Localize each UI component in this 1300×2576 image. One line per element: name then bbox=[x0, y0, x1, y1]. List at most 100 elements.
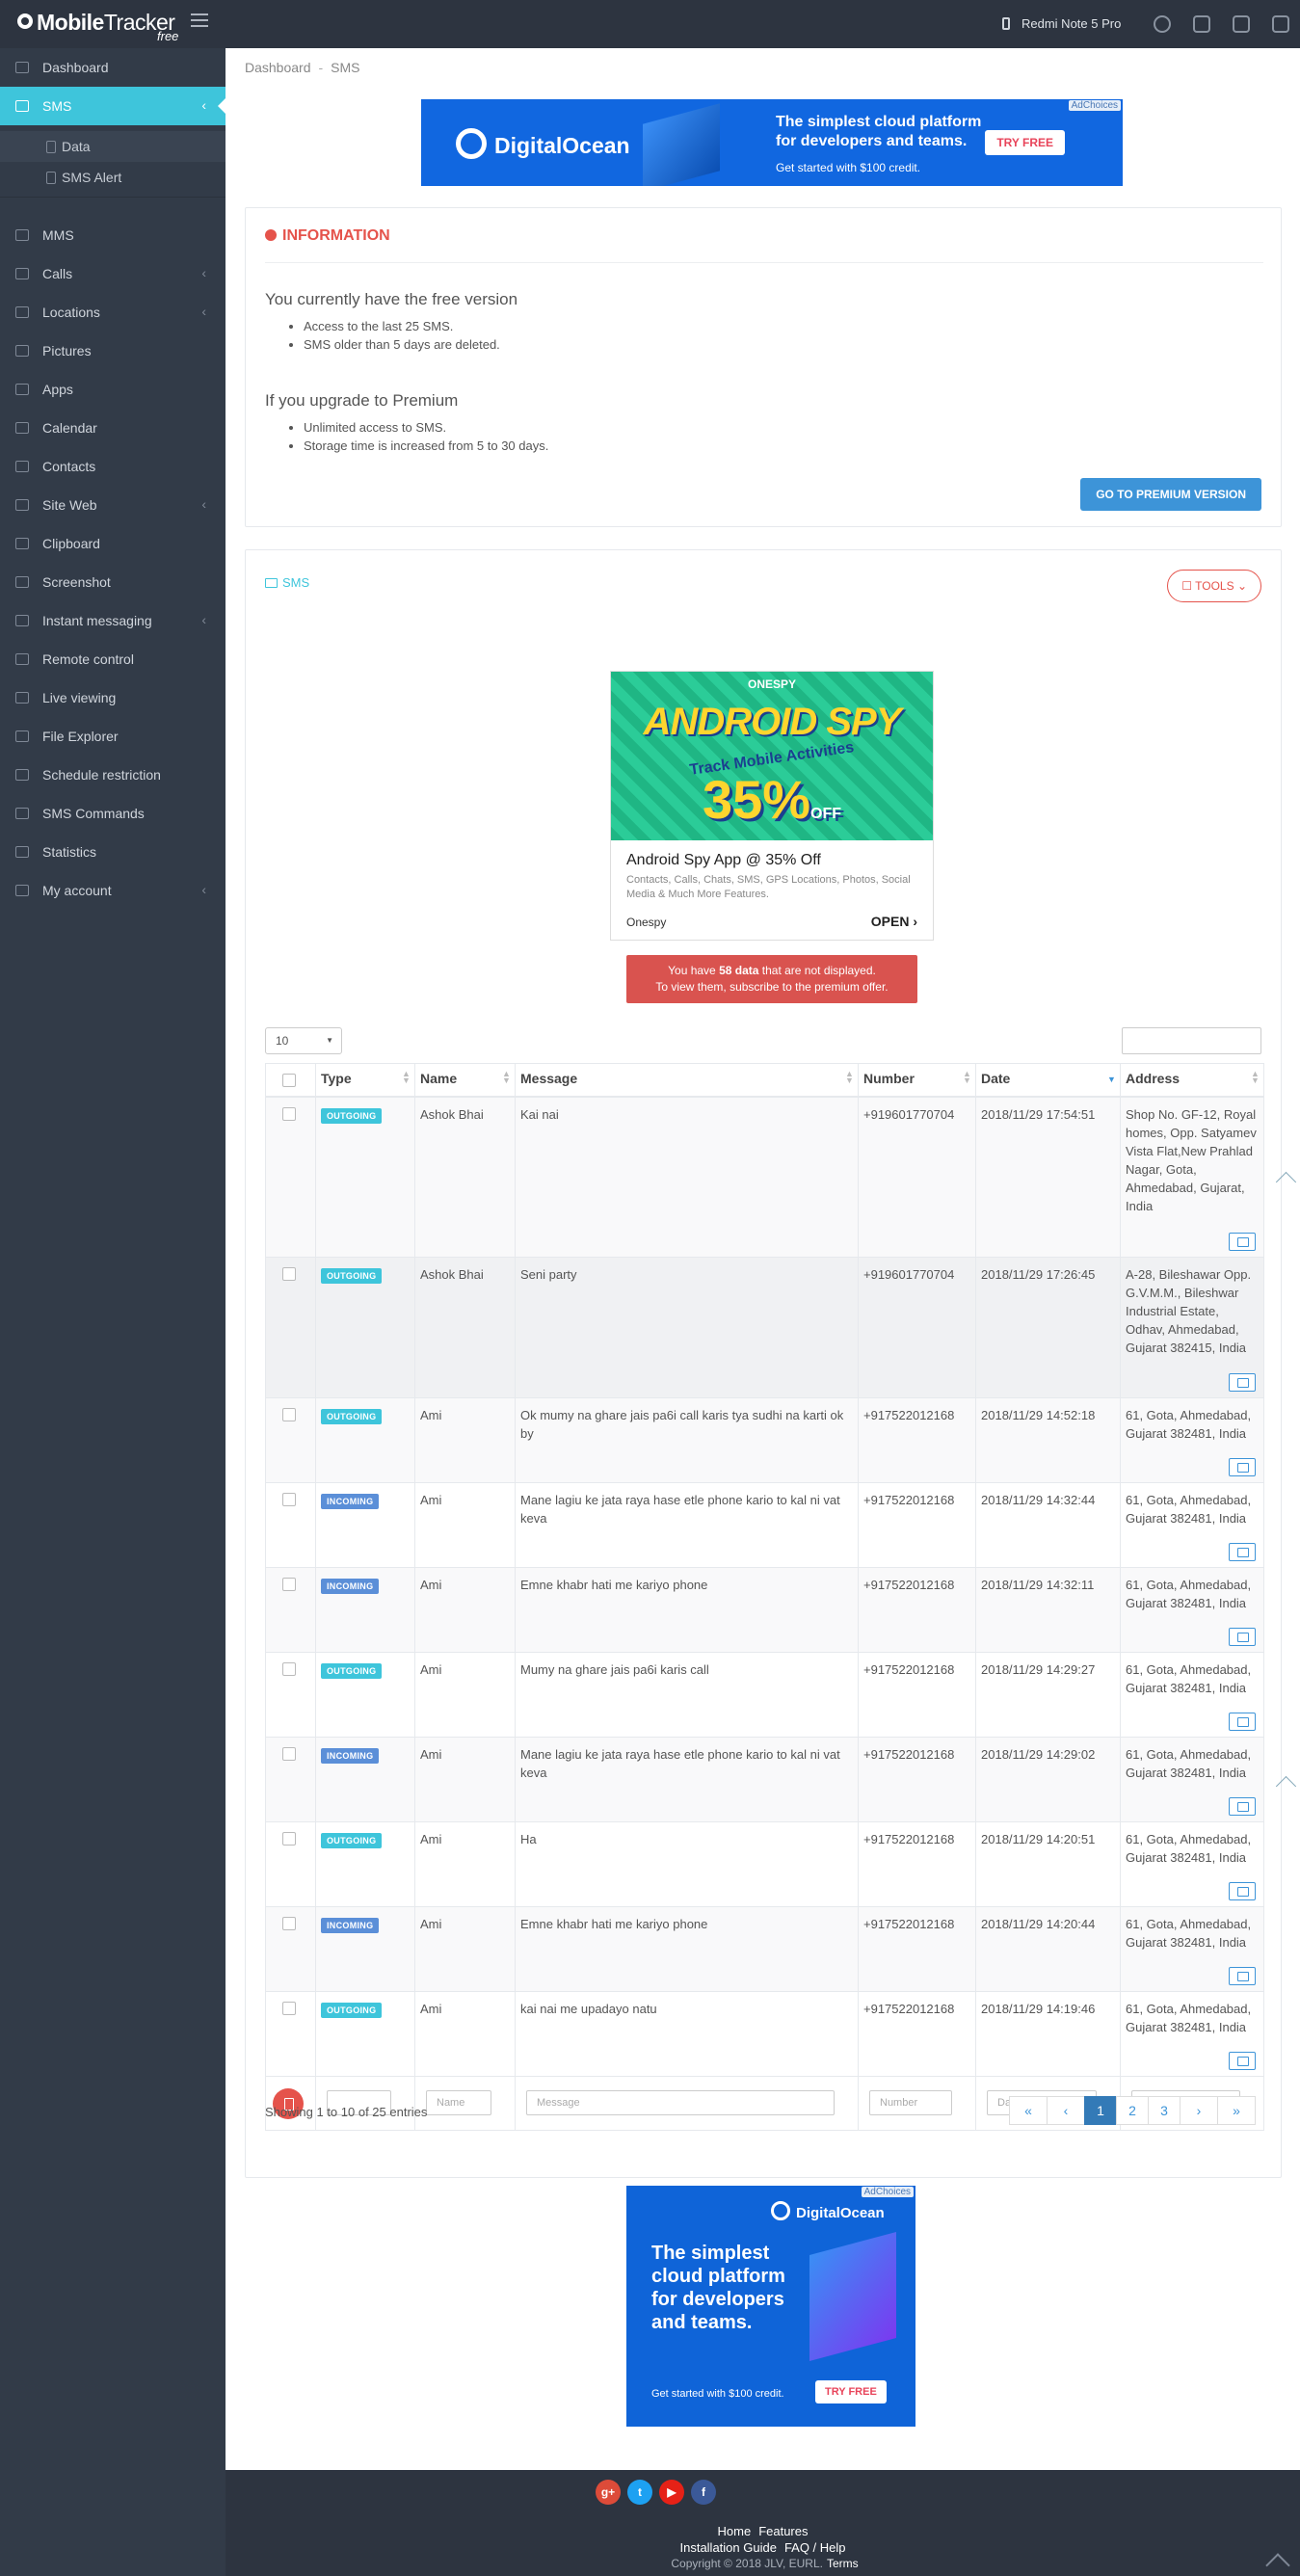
column-header-number[interactable]: Number bbox=[863, 1071, 915, 1086]
device-selector[interactable]: Redmi Note 5 Pro bbox=[1002, 16, 1121, 31]
page-button-5[interactable]: › bbox=[1180, 2096, 1218, 2125]
sidebar-item-site-web[interactable]: Site Web ‹ bbox=[0, 486, 226, 524]
sort-icon[interactable]: ▲ ▼ bbox=[402, 1070, 411, 1085]
map-button[interactable] bbox=[1229, 1373, 1256, 1392]
map-button[interactable] bbox=[1229, 1967, 1256, 1985]
sidebar-item-mms[interactable]: MMS bbox=[0, 216, 226, 254]
menu-toggle-icon[interactable] bbox=[191, 13, 208, 27]
message-filter-input[interactable]: Message bbox=[526, 2090, 835, 2115]
sidebar-item-pictures[interactable]: Pictures bbox=[0, 332, 226, 370]
sidebar-item-live-viewing[interactable]: Live viewing bbox=[0, 678, 226, 717]
logout-icon[interactable] bbox=[1272, 15, 1289, 33]
go-premium-button[interactable]: GO TO PREMIUM VERSION bbox=[1080, 478, 1261, 511]
ad-banner-top[interactable]: AdChoices DigitalOcean The simplest clou… bbox=[421, 99, 1123, 186]
column-header-message[interactable]: Message bbox=[520, 1071, 577, 1086]
sidebar-item-locations[interactable]: Locations ‹ bbox=[0, 293, 226, 332]
sort-icon[interactable]: ▼ bbox=[1107, 1076, 1116, 1084]
row-checkbox[interactable] bbox=[282, 1107, 296, 1121]
ad-cta-button[interactable]: TRY FREE bbox=[815, 2380, 887, 2403]
sidebar-item-clipboard[interactable]: Clipboard bbox=[0, 524, 226, 563]
row-checkbox[interactable] bbox=[282, 1493, 296, 1506]
sidebar-item-remote-control[interactable]: Remote control bbox=[0, 640, 226, 678]
ad-onespy[interactable]: ONESPY ANDROID SPY Track Mobile Activiti… bbox=[610, 671, 934, 941]
row-checkbox[interactable] bbox=[282, 1747, 296, 1761]
facebook-icon[interactable]: f bbox=[691, 2480, 716, 2505]
page-button-6[interactable]: » bbox=[1217, 2096, 1256, 2125]
row-checkbox[interactable] bbox=[282, 1917, 296, 1930]
user-icon[interactable] bbox=[1154, 15, 1171, 33]
row-checkbox[interactable] bbox=[282, 1408, 296, 1421]
map-button[interactable] bbox=[1229, 1628, 1256, 1646]
page-button-0[interactable]: « bbox=[1009, 2096, 1048, 2125]
row-checkbox[interactable] bbox=[282, 2002, 296, 2015]
sidebar-item-sms-commands[interactable]: SMS Commands bbox=[0, 794, 226, 833]
sidebar-item-dashboard[interactable]: Dashboard bbox=[0, 48, 226, 87]
map-button[interactable] bbox=[1229, 1882, 1256, 1900]
scroll-up-arrow-icon[interactable] bbox=[1271, 1773, 1300, 1789]
column-header-date[interactable]: Date bbox=[981, 1071, 1010, 1086]
gear-icon[interactable] bbox=[1193, 15, 1210, 33]
twitter-icon[interactable]: t bbox=[627, 2480, 652, 2505]
page-length-select[interactable]: 10 bbox=[265, 1027, 342, 1054]
sidebar-item-file-explorer[interactable]: File Explorer bbox=[0, 717, 226, 756]
page-button-1[interactable]: ‹ bbox=[1047, 2096, 1085, 2125]
tools-button[interactable]: ☐ TOOLS ⌄ bbox=[1167, 570, 1261, 602]
sort-icon[interactable]: ▲ ▼ bbox=[502, 1070, 511, 1085]
page-button-3[interactable]: 2 bbox=[1116, 2096, 1149, 2125]
app-logo[interactable]: MobileTracker free bbox=[17, 10, 210, 43]
footer-link-features[interactable]: Features bbox=[758, 2524, 808, 2538]
sidebar-item-screenshot[interactable]: Screenshot bbox=[0, 563, 226, 601]
row-checkbox[interactable] bbox=[282, 1832, 296, 1846]
terms-link[interactable]: Terms bbox=[827, 2557, 859, 2570]
list-item: Access to the last 25 SMS. bbox=[304, 317, 500, 335]
sidebar-item-sms[interactable]: SMS ‹ bbox=[0, 87, 226, 125]
sidebar-item-my-account[interactable]: My account ‹ bbox=[0, 871, 226, 910]
sidebar-item-apps[interactable]: Apps bbox=[0, 370, 226, 409]
ad-choices[interactable]: AdChoices bbox=[861, 2187, 914, 2197]
map-button[interactable] bbox=[1229, 1233, 1256, 1251]
scroll-up-arrow-icon[interactable] bbox=[1271, 1169, 1300, 1184]
sidebar-item-contacts[interactable]: Contacts bbox=[0, 447, 226, 486]
column-header-type[interactable]: Type bbox=[321, 1071, 352, 1086]
map-button[interactable] bbox=[1229, 1797, 1256, 1816]
column-header-address[interactable]: Address bbox=[1126, 1071, 1180, 1086]
sidebar-item-schedule-restriction[interactable]: Schedule restriction bbox=[0, 756, 226, 794]
column-header-name[interactable]: Name bbox=[420, 1071, 457, 1086]
sort-icon[interactable]: ▲ ▼ bbox=[963, 1070, 971, 1085]
sort-icon[interactable]: ▲ ▼ bbox=[845, 1070, 854, 1085]
sidebar-subitem-sms-alert[interactable]: SMS Alert bbox=[0, 162, 226, 193]
type-badge: OUTGOING bbox=[321, 1268, 383, 1284]
map-button[interactable] bbox=[1229, 2052, 1256, 2070]
sidebar-item-calls[interactable]: Calls ‹ bbox=[0, 254, 226, 293]
sort-icon[interactable]: ▲ ▼ bbox=[1251, 1070, 1260, 1085]
ad-choices[interactable]: AdChoices bbox=[1068, 100, 1121, 111]
store-icon[interactable] bbox=[1233, 15, 1250, 33]
youtube-icon[interactable]: ▶ bbox=[659, 2480, 684, 2505]
name-filter-input[interactable]: Name bbox=[426, 2090, 491, 2115]
sidebar-subitem-data[interactable]: Data bbox=[0, 131, 226, 162]
breadcrumb-home[interactable]: Dashboard bbox=[245, 60, 311, 75]
row-checkbox[interactable] bbox=[282, 1267, 296, 1281]
footer-link-faq[interactable]: FAQ / Help bbox=[784, 2540, 846, 2555]
number-filter-input[interactable]: Number bbox=[869, 2090, 952, 2115]
footer-link-installation[interactable]: Installation Guide bbox=[679, 2540, 776, 2555]
select-all-checkbox[interactable] bbox=[282, 1074, 296, 1087]
row-checkbox[interactable] bbox=[282, 1578, 296, 1591]
ad-cta-button[interactable]: TRY FREE bbox=[985, 130, 1065, 155]
ad-open-button[interactable]: OPEN › bbox=[871, 914, 917, 929]
footer-link-home[interactable]: Home bbox=[718, 2524, 752, 2538]
map-button[interactable] bbox=[1229, 1458, 1256, 1476]
map-button[interactable] bbox=[1229, 1713, 1256, 1731]
row-checkbox[interactable] bbox=[282, 1662, 296, 1676]
map-button[interactable] bbox=[1229, 1543, 1256, 1561]
sidebar-item-calendar[interactable]: Calendar bbox=[0, 409, 226, 447]
search-input[interactable] bbox=[1122, 1027, 1261, 1054]
sidebar-item-instant-messaging[interactable]: Instant messaging ‹ bbox=[0, 601, 226, 640]
ad-banner-bottom[interactable]: AdChoices DigitalOcean The simplest clou… bbox=[626, 2186, 915, 2427]
page-button-2[interactable]: 1 bbox=[1084, 2096, 1117, 2125]
sidebar-item-statistics[interactable]: Statistics bbox=[0, 833, 226, 871]
hidden-data-notice: You have 58 data that are not displayed.… bbox=[626, 955, 917, 1003]
scroll-top-icon[interactable] bbox=[1265, 2553, 1290, 2568]
google-plus-icon[interactable]: g+ bbox=[596, 2480, 621, 2505]
page-button-4[interactable]: 3 bbox=[1148, 2096, 1181, 2125]
